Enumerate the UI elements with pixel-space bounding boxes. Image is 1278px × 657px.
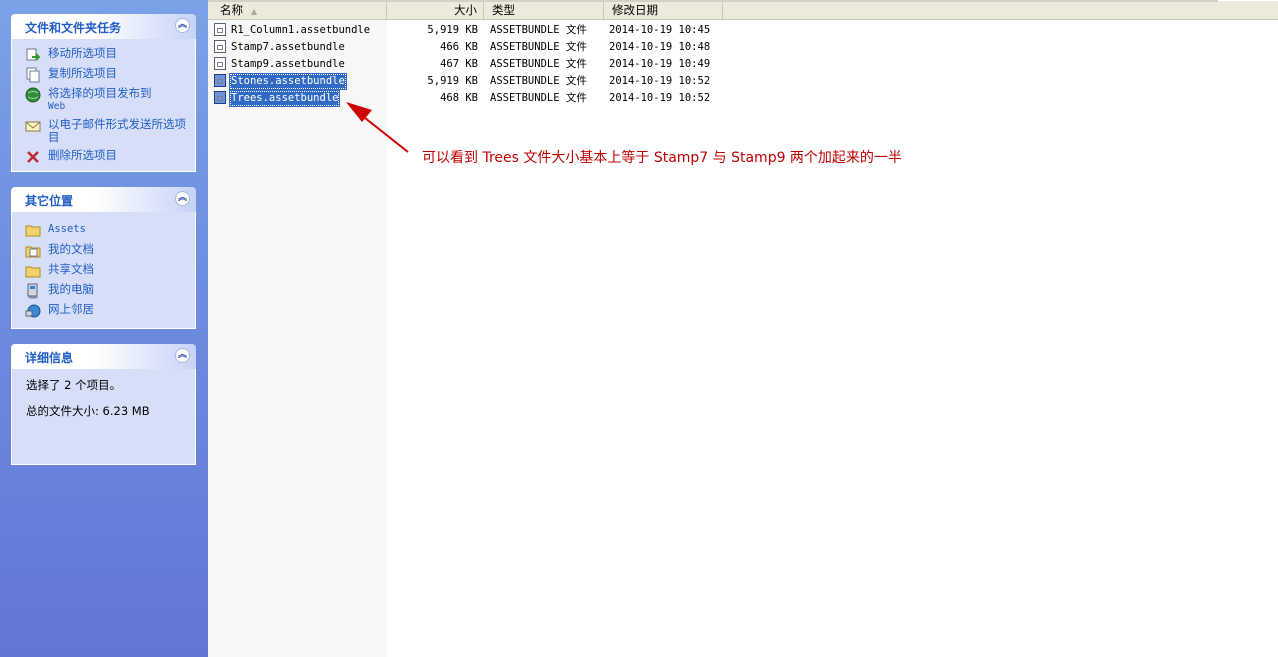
column-label: 名称 bbox=[220, 3, 243, 17]
annotation-text: 可以看到 Trees 文件大小基本上等于 Stamp7 与 Stamp9 两个加… bbox=[422, 150, 902, 166]
file-type: ASSETBUNDLE 文件 bbox=[490, 58, 587, 70]
file-tasks-header[interactable]: 文件和文件夹任务 ︽ bbox=[11, 14, 196, 39]
delete-icon bbox=[27, 151, 39, 163]
network-icon bbox=[25, 304, 41, 318]
column-header-size[interactable]: 大小 bbox=[387, 1, 484, 20]
file-type: ASSETBUNDLE 文件 bbox=[490, 75, 587, 87]
column-label: 类型 bbox=[492, 3, 515, 17]
file-modified: 2014-10-19 10:45 bbox=[609, 24, 711, 36]
details-body: 选择了 2 个项目。 总的文件大小: 6.23 MB bbox=[11, 369, 196, 465]
place-label: 共享文档 bbox=[48, 262, 94, 276]
publish-web-icon bbox=[25, 87, 41, 103]
task-label: 移动所选项目 bbox=[48, 46, 117, 60]
total-file-size: 总的文件大小: 6.23 MB bbox=[26, 404, 150, 418]
task-move-selected[interactable]: 移动所选项目 bbox=[12, 46, 195, 61]
place-label: Assets bbox=[48, 223, 86, 235]
details-title: 详细信息 bbox=[25, 351, 74, 365]
task-delete-selected[interactable]: 删除所选项目 bbox=[12, 148, 195, 163]
other-places-title: 其它位置 bbox=[25, 194, 74, 208]
place-assets[interactable]: Assets bbox=[12, 222, 195, 237]
move-icon bbox=[26, 48, 41, 61]
file-size: 468 KB bbox=[440, 92, 478, 104]
collapse-icon[interactable]: ︽ bbox=[175, 18, 190, 33]
place-label: 网上邻居 bbox=[48, 302, 94, 316]
other-places-body: Assets 我的文档 共享文档 我的电脑 网上邻居 bbox=[11, 212, 196, 329]
place-shared-documents[interactable]: 共享文档 bbox=[12, 262, 195, 278]
assetbundle-file-icon bbox=[214, 40, 226, 53]
assetbundle-file-icon bbox=[214, 91, 226, 104]
other-places-panel: 其它位置 ︽ Assets 我的文档 共享文档 我的电脑 网上邻居 bbox=[11, 187, 196, 329]
column-header-row: 名称 ▲ 大小 类型 修改日期 bbox=[208, 0, 1278, 20]
task-email-selected[interactable]: 以电子邮件形式发送所选项目 bbox=[12, 118, 188, 144]
my-computer-icon bbox=[27, 283, 38, 299]
task-copy-selected[interactable]: 复制所选项目 bbox=[12, 66, 195, 83]
sorted-column-shade bbox=[208, 20, 387, 657]
column-label: 修改日期 bbox=[612, 3, 658, 17]
file-size: 466 KB bbox=[440, 41, 478, 53]
task-pane: 文件和文件夹任务 ︽ 移动所选项目 复制所选项目 将选择的项目发布到 Web 以… bbox=[0, 0, 208, 657]
file-tasks-panel: 文件和文件夹任务 ︽ 移动所选项目 复制所选项目 将选择的项目发布到 Web 以… bbox=[11, 14, 196, 172]
shared-folder-icon bbox=[25, 266, 41, 278]
file-type: ASSETBUNDLE 文件 bbox=[490, 92, 587, 104]
file-modified: 2014-10-19 10:52 bbox=[609, 92, 711, 104]
file-tasks-title: 文件和文件夹任务 bbox=[25, 21, 122, 35]
place-my-computer[interactable]: 我的电脑 bbox=[12, 282, 195, 299]
file-type: ASSETBUNDLE 文件 bbox=[490, 41, 587, 53]
file-size: 5,919 KB bbox=[427, 75, 478, 87]
file-modified: 2014-10-19 10:48 bbox=[609, 41, 711, 53]
other-places-header[interactable]: 其它位置 ︽ bbox=[11, 187, 196, 212]
file-name: Trees.assetbundle bbox=[229, 90, 341, 107]
task-label: 删除所选项目 bbox=[48, 148, 117, 162]
file-modified: 2014-10-19 10:49 bbox=[609, 58, 711, 70]
task-label: 将选择的项目发布到 bbox=[48, 86, 152, 100]
selection-count: 选择了 2 个项目。 bbox=[26, 378, 122, 392]
file-name: R1_Column1.assetbundle bbox=[231, 24, 371, 36]
details-panel: 详细信息 ︽ 选择了 2 个项目。 总的文件大小: 6.23 MB bbox=[11, 344, 196, 465]
place-network[interactable]: 网上邻居 bbox=[12, 302, 195, 318]
file-name: Stones.assetbundle bbox=[229, 73, 347, 90]
task-sublabel: Web bbox=[48, 101, 66, 112]
file-modified: 2014-10-19 10:52 bbox=[609, 75, 711, 87]
column-label: 大小 bbox=[454, 3, 477, 17]
collapse-icon[interactable]: ︽ bbox=[175, 191, 190, 206]
column-header-type[interactable]: 类型 bbox=[484, 1, 604, 20]
file-size: 467 KB bbox=[440, 58, 478, 70]
assetbundle-file-icon bbox=[214, 74, 226, 87]
place-my-documents[interactable]: 我的文档 bbox=[12, 242, 195, 258]
collapse-icon[interactable]: ︽ bbox=[175, 348, 190, 363]
folder-icon bbox=[25, 225, 41, 237]
details-header[interactable]: 详细信息 ︽ bbox=[11, 344, 196, 369]
task-label: 以电子邮件形式发送所选项目 bbox=[48, 117, 186, 144]
my-documents-icon bbox=[25, 246, 41, 258]
window-top-edge bbox=[208, 0, 1218, 2]
file-list-view[interactable]: 名称 ▲ 大小 类型 修改日期 R1_Column1.assetbundle 5,… bbox=[208, 0, 1278, 657]
column-header-name[interactable]: 名称 ▲ bbox=[208, 1, 387, 20]
task-label: 复制所选项目 bbox=[48, 66, 117, 80]
assetbundle-file-icon bbox=[214, 57, 226, 70]
file-tasks-body: 移动所选项目 复制所选项目 将选择的项目发布到 Web 以电子邮件形式发送所选项… bbox=[11, 39, 196, 172]
place-label: 我的文档 bbox=[48, 242, 94, 256]
place-label: 我的电脑 bbox=[48, 282, 94, 296]
email-icon bbox=[25, 121, 41, 132]
file-type: ASSETBUNDLE 文件 bbox=[490, 24, 587, 36]
file-name: Stamp7.assetbundle bbox=[231, 41, 345, 53]
column-header-modified[interactable]: 修改日期 bbox=[604, 1, 723, 20]
copy-icon bbox=[26, 67, 40, 83]
assetbundle-file-icon bbox=[214, 23, 226, 36]
file-size: 5,919 KB bbox=[427, 24, 478, 36]
file-name: Stamp9.assetbundle bbox=[231, 58, 345, 70]
sort-ascending-icon: ▲ bbox=[251, 7, 258, 16]
task-publish-web[interactable]: 将选择的项目发布到 Web bbox=[12, 87, 195, 113]
